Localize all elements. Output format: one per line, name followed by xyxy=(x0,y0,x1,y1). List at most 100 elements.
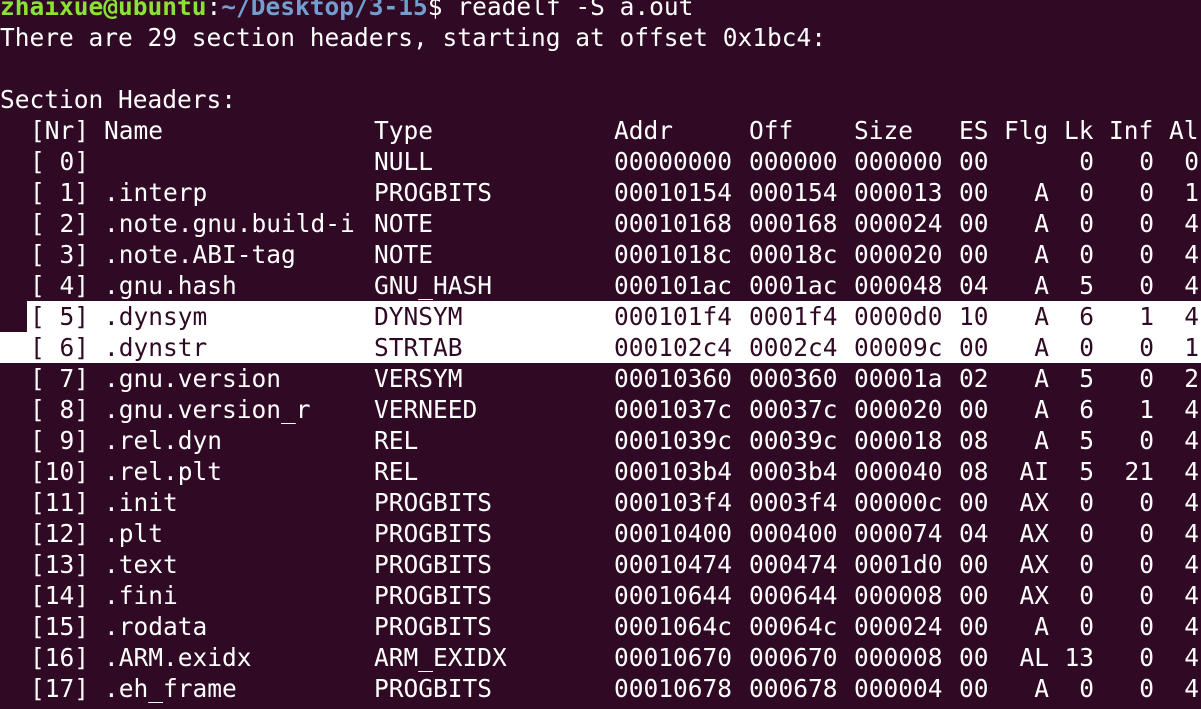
cell-off: 000360 xyxy=(749,364,838,393)
section-row: [ 5] .dynsym DYNSYM 000101f4 0001f4 0000d0 10 A… xyxy=(27,301,1201,332)
cell-size: 00000c xyxy=(854,488,943,517)
header-off: Off xyxy=(749,116,794,145)
cell-addr: 00010400 xyxy=(614,519,733,548)
cell-nr: [ 9] xyxy=(30,426,90,455)
cell-lk: 0 xyxy=(1079,519,1094,548)
section-row: [ 3] .note.ABI-tag NOTE 0001018c 00018c 00002… xyxy=(0,239,1201,270)
cell-flg: A xyxy=(1034,178,1049,207)
cell-nr: [12] xyxy=(30,519,90,548)
cell-off: 00064c xyxy=(749,612,838,641)
cell-inf: 0 xyxy=(1139,364,1154,393)
cell-type: ARM_EXIDX xyxy=(374,643,507,672)
cell-name: .rodata xyxy=(104,612,208,641)
terminal-window[interactable]: zhaixue@ubuntu:~/Desktop/3-15$ readelf -… xyxy=(0,0,1201,709)
section-row: [11] .init PROGBITS 000103f4 0003f4 00000c 00 A… xyxy=(0,487,1201,518)
cell-size: 000020 xyxy=(854,395,943,424)
cell-inf: 0 xyxy=(1139,519,1154,548)
cell-al: 4 xyxy=(1184,674,1199,703)
cell-es: 00 xyxy=(959,209,989,238)
cell-al: 4 xyxy=(1184,209,1199,238)
prompt-path: ~/Desktop/3-15 xyxy=(221,0,428,21)
cell-es: 08 xyxy=(959,426,989,455)
cell-nr: [17] xyxy=(30,674,90,703)
cell-inf: 0 xyxy=(1139,271,1154,300)
cell-nr: [16] xyxy=(30,643,90,672)
cell-size: 00001a xyxy=(854,364,943,393)
cell-flg: A xyxy=(1034,364,1049,393)
cell-lk: 0 xyxy=(1079,488,1094,517)
cell-type: PROGBITS xyxy=(374,674,493,703)
section-row: [ 8] .gnu.version_r VERNEED 0001037c 00037c 0… xyxy=(0,394,1201,425)
cell-off: 000154 xyxy=(749,178,838,207)
cell-es: 00 xyxy=(959,395,989,424)
cell-nr: [ 6] xyxy=(30,333,90,362)
section-row: [12] .plt PROGBITS 00010400 000400 000074 04 AX… xyxy=(0,518,1201,549)
cell-off: 0001f4 xyxy=(749,302,838,331)
cell-nr: [ 3] xyxy=(30,240,90,269)
prompt-separator: : xyxy=(206,0,222,21)
cell-addr: 00010474 xyxy=(614,550,733,579)
cell-al: 4 xyxy=(1184,302,1199,331)
cell-size: 000004 xyxy=(854,674,943,703)
cell-es: 04 xyxy=(959,519,989,548)
section-row: [ 7] .gnu.version VERSYM 00010360 000360 0000… xyxy=(0,363,1201,394)
cell-name: .gnu.version_r xyxy=(104,395,311,424)
summary-line: There are 29 section headers, starting a… xyxy=(0,23,827,52)
prompt-dollar: $ xyxy=(427,0,443,21)
section-title: Section Headers: xyxy=(0,85,237,114)
cell-nr: [ 7] xyxy=(30,364,90,393)
cell-addr: 00010154 xyxy=(614,178,733,207)
cell-inf: 0 xyxy=(1139,550,1154,579)
cell-flg: AX xyxy=(1019,550,1049,579)
cell-size: 00009c xyxy=(854,333,943,362)
cell-nr: [15] xyxy=(30,612,90,641)
cell-flg: A xyxy=(1034,302,1049,331)
cell-off: 000400 xyxy=(749,519,838,548)
cell-inf: 21 xyxy=(1124,457,1154,486)
cell-al: 4 xyxy=(1184,271,1199,300)
cell-addr: 000101f4 xyxy=(614,302,733,331)
cell-al: 4 xyxy=(1184,612,1199,641)
cell-type: GNU_HASH xyxy=(374,271,493,300)
cell-inf: 1 xyxy=(1139,395,1154,424)
cell-off: 00018c xyxy=(749,240,838,269)
cell-lk: 6 xyxy=(1079,302,1094,331)
cell-type: PROGBITS xyxy=(374,519,493,548)
cell-off: 000168 xyxy=(749,209,838,238)
cell-nr: [ 2] xyxy=(30,209,90,238)
cell-size: 000024 xyxy=(854,612,943,641)
prompt-line: zhaixue@ubuntu:~/Desktop/3-15$ readelf -… xyxy=(0,0,1201,22)
cell-nr: [13] xyxy=(30,550,90,579)
cell-inf: 0 xyxy=(1139,240,1154,269)
cell-lk: 0 xyxy=(1079,612,1094,641)
cell-name: .note.ABI-tag xyxy=(104,240,296,269)
section-row: [ 4] .gnu.hash GNU_HASH 000101ac 0001ac 00004… xyxy=(0,270,1201,301)
cell-addr: 00010678 xyxy=(614,674,733,703)
cell-es: 00 xyxy=(959,488,989,517)
cell-addr: 00000000 xyxy=(614,147,733,176)
cell-lk: 0 xyxy=(1079,178,1094,207)
prompt-command: readelf -S a.out xyxy=(442,0,694,21)
cell-lk: 0 xyxy=(1079,674,1094,703)
cell-lk: 5 xyxy=(1079,426,1094,455)
cell-type: VERSYM xyxy=(374,364,463,393)
cell-es: 00 xyxy=(959,333,989,362)
cell-nr: [ 1] xyxy=(30,178,90,207)
section-row: [ 1] .interp PROGBITS 00010154 000154 000013 0… xyxy=(0,177,1201,208)
cell-name: .fini xyxy=(104,581,178,610)
cell-size: 000048 xyxy=(854,271,943,300)
table-header: [Nr] Name Type Addr Off Size ES Flg Lk I… xyxy=(0,115,1201,146)
cell-off: 000670 xyxy=(749,643,838,672)
cell-type: NOTE xyxy=(374,209,434,238)
section-table-body: [ 0] NULL 00000000 000000 000000 00 0 0 0[ 1] .in… xyxy=(0,146,1201,704)
cell-inf: 0 xyxy=(1139,426,1154,455)
cell-nr: [11] xyxy=(30,488,90,517)
section-row: [ 6] .dynstr STRTAB 000102c4 0002c4 00009c 00 A… xyxy=(0,332,1201,363)
cell-type: NULL xyxy=(374,147,434,176)
cell-name: .init xyxy=(104,488,178,517)
header-size: Size xyxy=(854,116,914,145)
cell-size: 000000 xyxy=(854,147,943,176)
cell-es: 00 xyxy=(959,147,989,176)
cell-al: 4 xyxy=(1184,581,1199,610)
cell-al: 4 xyxy=(1184,519,1199,548)
